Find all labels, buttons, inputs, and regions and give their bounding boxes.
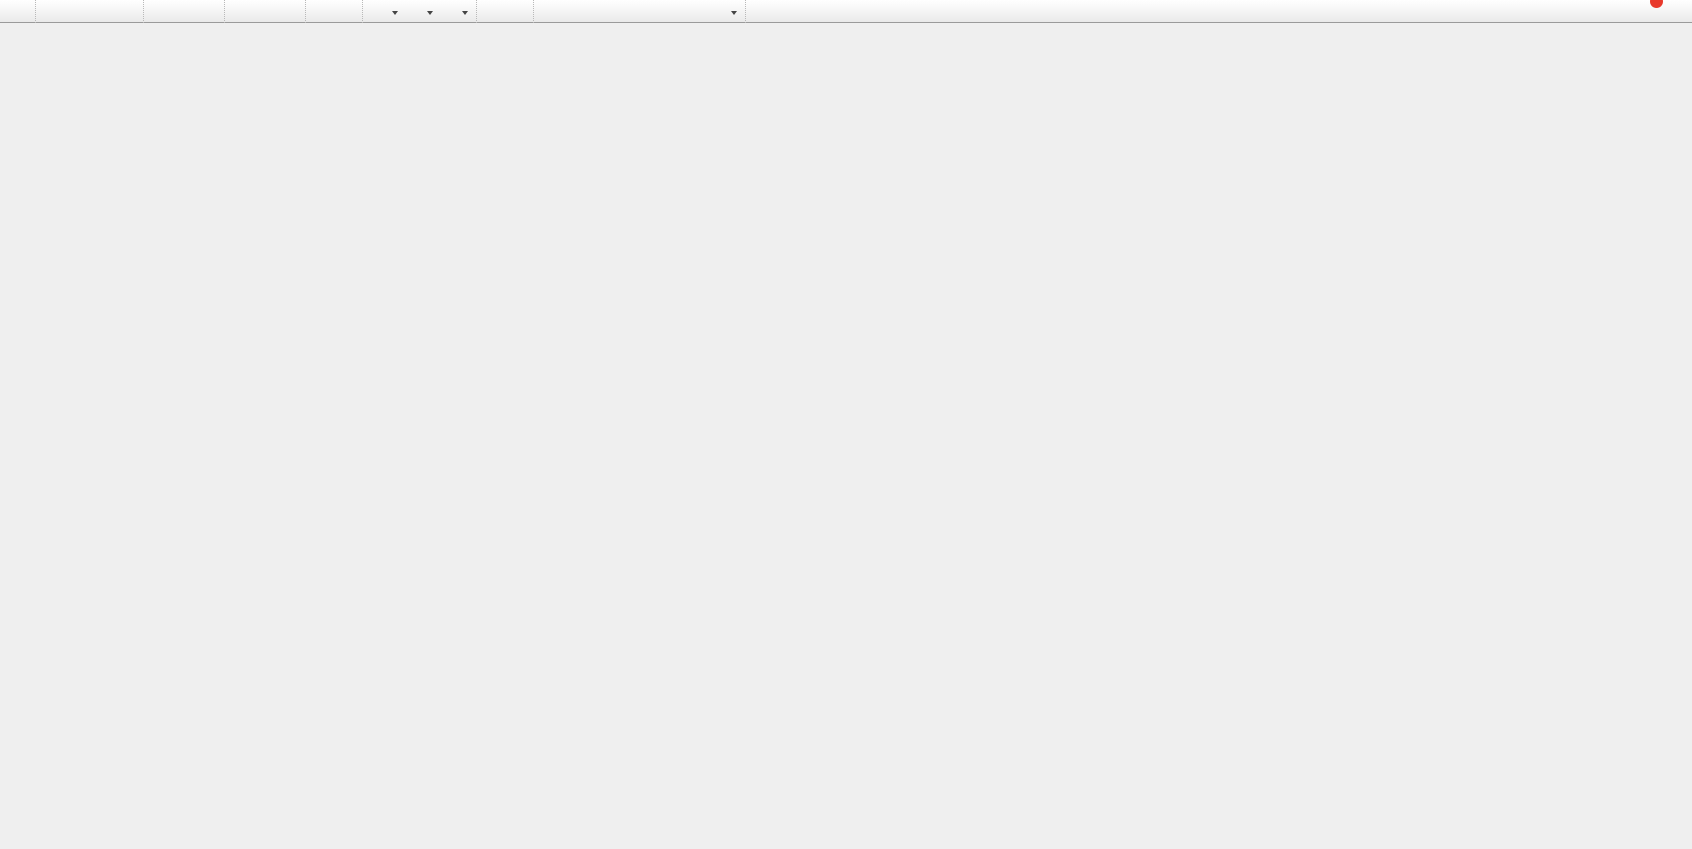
- arrows-button[interactable]: [706, 0, 741, 23]
- chevron-down-icon: [392, 11, 398, 18]
- metaeditor-icon: [44, 3, 60, 19]
- vertical-line-icon: [542, 3, 558, 19]
- toolbar-group-zoom: [224, 0, 305, 23]
- search-icon: [1604, 3, 1620, 19]
- toolbar-group-scroll: [305, 0, 362, 23]
- toolbar-group-cursor: [476, 0, 533, 23]
- timeframe-mn-button[interactable]: [862, 0, 876, 22]
- toolbar-group-timeframes: [745, 0, 880, 23]
- cursor-button[interactable]: [481, 0, 505, 23]
- bar-chart-button[interactable]: [148, 0, 172, 23]
- toolbar-group-services: [35, 0, 143, 23]
- chart-shift-icon: [338, 3, 354, 19]
- new-order-icon: [8, 3, 24, 19]
- signal-icon: [92, 3, 108, 19]
- zoom-out-icon: [257, 3, 273, 19]
- autotrading-button[interactable]: [112, 0, 139, 23]
- line-chart-button[interactable]: [196, 0, 220, 23]
- toolbar-group-chart-type: [143, 0, 224, 23]
- chevron-down-icon: [731, 11, 737, 18]
- fibonacci-icon: [638, 3, 654, 19]
- cursor-icon: [485, 3, 501, 19]
- vertical-line-button[interactable]: [538, 0, 562, 23]
- price-chart: [0, 0, 1692, 849]
- mt4-window: [0, 0, 1692, 849]
- toolbar-group-tools: [362, 0, 476, 23]
- trendline-icon: [590, 3, 606, 19]
- fibonacci-button[interactable]: [634, 0, 658, 23]
- candle-chart-button[interactable]: [172, 0, 196, 23]
- text-label-button[interactable]: [682, 0, 706, 23]
- channel-icon: [614, 3, 630, 19]
- timeframe-h1-button[interactable]: [806, 0, 820, 22]
- chat-badge: [1650, 0, 1663, 8]
- toolbar-group-trade: [0, 0, 35, 23]
- indicators-icon: [371, 3, 387, 19]
- tile-windows-button[interactable]: [277, 0, 301, 23]
- zoom-in-icon: [233, 3, 249, 19]
- horizontal-line-button[interactable]: [562, 0, 586, 23]
- toolbar-right: [1600, 0, 1658, 23]
- chevron-down-icon: [427, 11, 433, 18]
- signal-button[interactable]: [88, 0, 112, 23]
- text-icon: [662, 3, 678, 19]
- timeframe-d1-button[interactable]: [834, 0, 848, 22]
- main-toolbar: [0, 0, 1692, 23]
- line-chart-icon: [200, 3, 216, 19]
- profile-button[interactable]: [64, 0, 88, 23]
- timeframe-h4-button[interactable]: [820, 0, 834, 22]
- bar-chart-icon: [152, 3, 168, 19]
- text-label-icon: [686, 3, 702, 19]
- timeframe-m1-button[interactable]: [750, 0, 764, 22]
- zoom-out-button[interactable]: [253, 0, 277, 23]
- crosshair-button[interactable]: [505, 0, 529, 23]
- zoom-in-button[interactable]: [229, 0, 253, 23]
- auto-scroll-icon: [314, 3, 330, 19]
- candle-chart-icon: [176, 3, 192, 19]
- templates-icon: [441, 3, 457, 19]
- horizontal-line-icon: [566, 3, 582, 19]
- templates-button[interactable]: [437, 0, 472, 23]
- timeframe-m15-button[interactable]: [778, 0, 792, 22]
- autotrading-icon: [116, 3, 132, 19]
- chart-shift-button[interactable]: [334, 0, 358, 23]
- timeframe-m5-button[interactable]: [764, 0, 778, 22]
- periods-icon: [406, 3, 422, 19]
- text-button[interactable]: [658, 0, 682, 23]
- new-order-button[interactable]: [4, 0, 31, 23]
- periods-button[interactable]: [402, 0, 437, 23]
- indicators-button[interactable]: [367, 0, 402, 23]
- auto-scroll-button[interactable]: [310, 0, 334, 23]
- timeframe-w1-button[interactable]: [848, 0, 862, 22]
- timeframe-m30-button[interactable]: [792, 0, 806, 22]
- chevron-down-icon: [462, 11, 468, 18]
- profile-icon: [68, 3, 84, 19]
- toolbar-group-objects: [533, 0, 745, 23]
- chat-button[interactable]: [1634, 0, 1658, 23]
- metaeditor-button[interactable]: [40, 0, 64, 23]
- crosshair-icon: [509, 3, 525, 19]
- channel-button[interactable]: [610, 0, 634, 23]
- arrows-icon: [710, 3, 726, 19]
- trendline-button[interactable]: [586, 0, 610, 23]
- search-button[interactable]: [1600, 0, 1624, 23]
- tile-windows-icon: [281, 3, 297, 19]
